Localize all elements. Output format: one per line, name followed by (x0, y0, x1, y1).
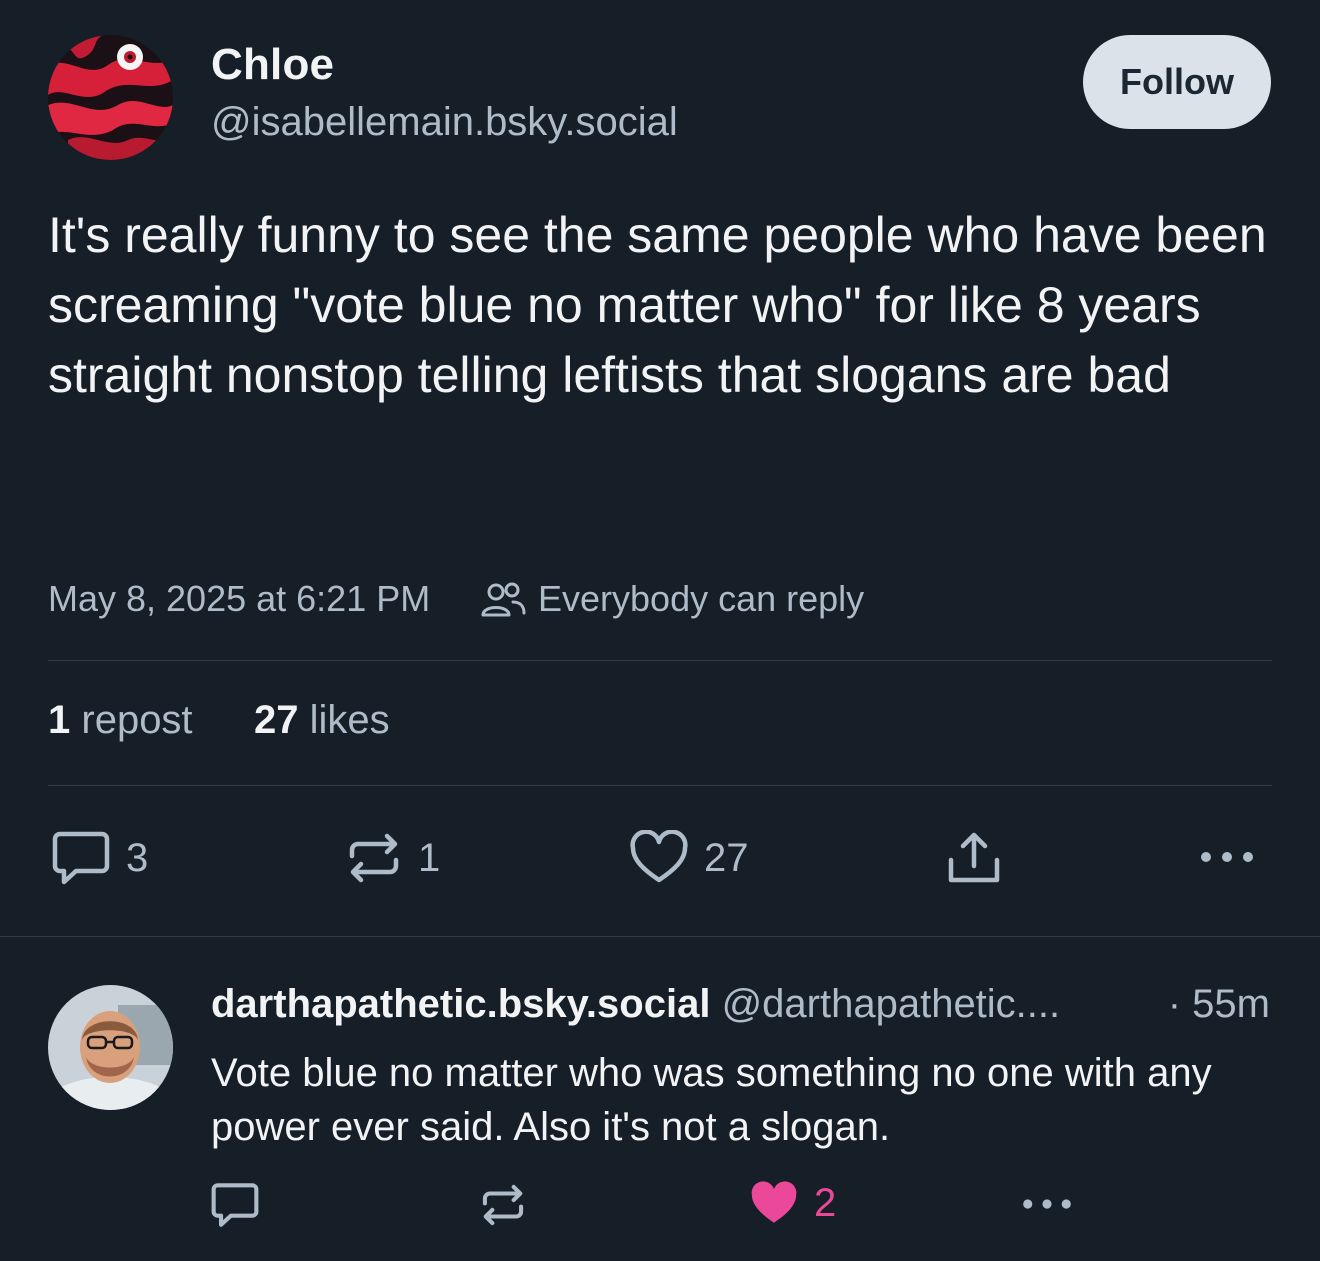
reply-setting-label: Everybody can reply (538, 578, 865, 619)
post-text: It's really funny to see the same people… (48, 207, 1267, 403)
follow-button[interactable]: Follow (1083, 35, 1271, 129)
heart-filled-icon (751, 1181, 797, 1223)
post-timestamp[interactable]: May 8, 2025 at 6:21 PM (48, 578, 430, 620)
divider (48, 785, 1272, 786)
like-button[interactable]: 27 (630, 830, 749, 886)
heart-icon (630, 830, 688, 883)
share-icon (948, 832, 1000, 883)
reply-author-avatar[interactable] (48, 985, 173, 1110)
like-stat-count: 27 (254, 698, 299, 742)
repost-stat[interactable]: 1 repost (48, 698, 193, 743)
reply-author-handle: @darthapathetic.... (721, 982, 1061, 1026)
reply-like-count: 2 (814, 1180, 837, 1225)
reply-time[interactable]: · 55m (1168, 982, 1270, 1027)
reply-author-name: darthapathetic.bsky.social (211, 982, 711, 1026)
share-button[interactable] (946, 830, 1002, 886)
more-icon (1023, 1199, 1071, 1209)
author-avatar[interactable] (48, 35, 173, 160)
reply-like-button[interactable]: 2 (750, 1180, 836, 1226)
repost-stat-label: repost (81, 698, 193, 742)
author-name[interactable]: Chloe (211, 40, 334, 90)
reply-more-button[interactable] (1020, 1193, 1074, 1215)
like-stat-label: likes (309, 698, 390, 742)
reply-reply-button[interactable] (211, 1182, 259, 1228)
reply-text: Vote blue no matter who was something no… (211, 1051, 1212, 1149)
reply-author[interactable]: darthapathetic.bsky.social @darthapathet… (211, 982, 1060, 1027)
repost-count: 1 (418, 835, 441, 880)
reply-button[interactable]: 3 (52, 830, 148, 886)
reply-repost-button[interactable] (480, 1182, 526, 1228)
repost-icon (349, 833, 399, 883)
comment-icon (211, 1183, 259, 1227)
author-handle[interactable]: @isabellemain.bsky.social (211, 100, 678, 145)
repost-icon (482, 1184, 524, 1226)
thread-divider (0, 936, 1320, 937)
reply-count: 3 (126, 835, 149, 880)
reply-author-avatar-image (48, 985, 173, 1110)
repost-button[interactable]: 1 (346, 830, 440, 886)
like-count: 27 (704, 835, 749, 880)
like-stat[interactable]: 27 likes (254, 698, 390, 743)
comment-icon (52, 831, 110, 885)
reply-setting[interactable]: Everybody can reply (480, 578, 864, 620)
divider (48, 660, 1272, 661)
more-options-button[interactable] (1198, 845, 1256, 869)
author-avatar-image (48, 35, 173, 160)
more-icon (1201, 852, 1253, 862)
repost-stat-count: 1 (48, 698, 71, 742)
people-icon (481, 582, 526, 617)
